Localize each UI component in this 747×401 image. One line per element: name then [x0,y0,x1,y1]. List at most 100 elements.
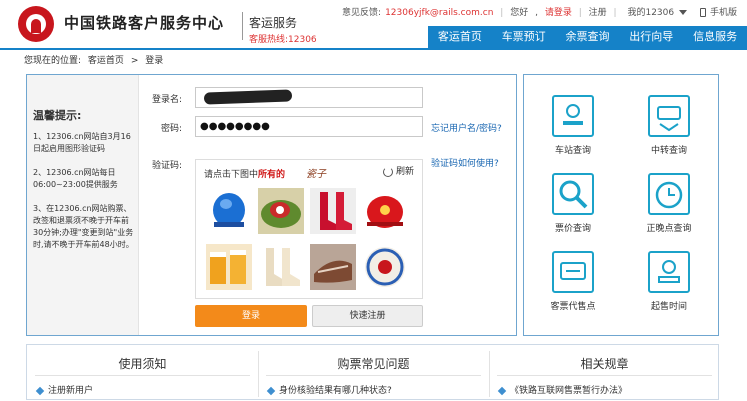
register-link[interactable]: 注册 [589,8,607,18]
divider [266,375,481,376]
service-label: 中转查询 [650,146,687,156]
info-link[interactable]: 注册新用户 [35,383,94,396]
tips-title: 温馨提示: [33,109,82,122]
header: 中国铁路客户服务中心 客运服务 客服热线:12306 意见反馈: 12306yjf… [0,0,747,48]
captcha-image-6[interactable] [258,244,304,290]
breadcrumb: 您现在的位置: 客运首页 > 登录 [24,53,167,66]
info-column-title: 购票常见问题 [337,357,410,371]
railway-logo-icon[interactable] [18,6,54,42]
site-name: 中国铁路客户服务中心 [64,14,225,32]
nav-remaining-tickets[interactable]: 余票查询 [556,26,620,48]
login-panel: 温馨提示: 1、12306.cn网站自3月16日起启用图形验证码 2、12306… [26,74,517,336]
breadcrumb-prefix: 您现在的位置: [24,56,82,66]
quick-register-button[interactable]: 快速注册 [312,305,423,327]
refresh-label: 刷新 [395,167,414,177]
password-input[interactable]: ●●●●●●●● [195,116,423,137]
info-link-text: 《铁路互联网售票暂行办法》 [510,386,628,396]
service-label: 正晚点查询 [646,224,692,234]
separator: | [613,8,617,18]
greeting: 您好 [510,8,529,18]
sale-time-icon [648,251,690,293]
ticket-agency-icon [552,251,594,293]
tip-item: 1、12306.cn网站自3月16日起启用图形验证码 [33,132,131,153]
feedback-label: 意见反馈: [342,8,382,18]
info-column-title: 相关规章 [580,357,629,371]
service-delay-query[interactable]: 正晚点查询 [634,173,704,234]
captcha-prompt-text: 请点击下图中 [204,170,259,180]
transfer-icon [648,95,690,137]
info-column-title: 使用须知 [118,357,167,371]
breadcrumb-separator: > [130,56,139,66]
info-column-rules: 相关规章 《铁路互联网售票暂行办法》 [489,345,720,401]
refresh-icon [382,166,393,177]
info-link-text: 注册新用户 [48,386,94,396]
captcha-help-link[interactable]: 验证码如何使用? [431,156,499,169]
service-sale-time[interactable]: 起售时间 [634,251,704,312]
captcha-prompt-highlight: 所有的 [258,170,286,180]
info-link[interactable]: 身份核验结果有哪几种状态? [266,383,392,396]
bullet-icon [35,386,45,395]
station-icon [552,95,594,137]
redacted-username [203,89,293,105]
separator: | [500,8,504,18]
service-station-query[interactable]: 车站查询 [538,95,608,156]
captcha-image-2[interactable] [258,188,304,234]
login-button[interactable]: 登录 [195,305,307,327]
breadcrumb-current: 登录 [145,56,164,66]
divider [497,375,712,376]
service-ticket-agency[interactable]: 客票代售点 [538,251,608,312]
service-fare-query[interactable]: 票价查询 [538,173,608,234]
header-divider [242,12,243,40]
tip-item: 3、在12306.cn网站购票、改签和退票须不晚于开车前30分钟;办理"变更到站… [33,204,134,249]
nav-info-service[interactable]: 信息服务 [683,26,747,48]
chevron-down-icon [679,10,688,15]
service-panel: 车站查询 中转查询 票价查询 正晚点查询 客票代售点 起售时间 [523,74,719,336]
captcha-refresh-button[interactable]: 刷新 [382,164,414,177]
service-label: 票价查询 [554,224,591,234]
bullet-icon [497,386,507,395]
info-link-text: 身份核验结果有哪几种状态? [279,386,392,396]
header-rule [0,48,747,50]
main-nav: 客运首页 车票预订 余票查询 出行向导 信息服务 [428,26,747,48]
separator: | [578,8,582,18]
info-column-faq: 购票常见问题 身份核验结果有哪几种状态? [258,345,489,401]
mobile-link[interactable]: 手机版 [710,8,737,18]
sub-title: 客运服务 [249,16,298,30]
forgot-password-link[interactable]: 忘记用户名/密码? [431,121,502,134]
breadcrumb-home-link[interactable]: 客运首页 [88,56,124,66]
tips-panel: 温馨提示: 1、12306.cn网站自3月16日起启用图形验证码 2、12306… [27,75,139,335]
info-column-usage: 使用须知 注册新用户 [27,345,258,401]
captcha-image-5[interactable] [206,244,252,290]
captcha-image-3[interactable] [310,188,356,234]
captcha-image-7[interactable] [310,244,356,290]
divider [35,375,250,376]
separator-comma: , [535,8,538,18]
mobile-phone-icon [699,8,706,17]
captcha-target-word: 瓷子 [306,169,326,180]
info-link[interactable]: 《铁路互联网售票暂行办法》 [497,383,628,396]
captcha-image-8[interactable] [362,244,408,290]
captcha-image-4[interactable] [362,188,408,234]
captcha-panel: 请点击下图中所有的 瓷子 刷新 [195,159,423,299]
username-label: 登录名: [151,95,182,105]
hotline: 客服热线:12306 [249,35,317,45]
info-section: 使用须知 注册新用户 购票常见问题 身份核验结果有哪几种状态? 相关规章 《铁路… [26,344,719,400]
nav-home[interactable]: 客运首页 [428,26,492,48]
service-label: 车站查询 [554,146,591,156]
clock-icon [648,173,690,215]
nav-booking[interactable]: 车票预订 [492,26,556,48]
captcha-prompt: 请点击下图中所有的 [204,167,285,180]
login-link[interactable]: 请登录 [545,8,572,18]
service-label: 客票代售点 [550,302,596,312]
username-input[interactable] [195,87,423,108]
nav-travel-guide[interactable]: 出行向导 [619,26,683,48]
top-bar: 意见反馈: 12306yjfk@rails.com.cn | 您好 , 请登录 |… [338,5,737,19]
feedback-email-link[interactable]: 12306yjfk@rails.com.cn [385,8,493,18]
tip-item: 2、12306.cn网站每日06:00~23:00提供服务 [33,168,118,189]
service-transfer-query[interactable]: 中转查询 [634,95,704,156]
captcha-label: 验证码: [151,161,182,171]
password-label: 密码: [160,124,182,134]
service-label: 起售时间 [650,302,687,312]
my-account-menu[interactable]: 我的12306 [623,8,688,18]
captcha-image-1[interactable] [206,188,252,234]
